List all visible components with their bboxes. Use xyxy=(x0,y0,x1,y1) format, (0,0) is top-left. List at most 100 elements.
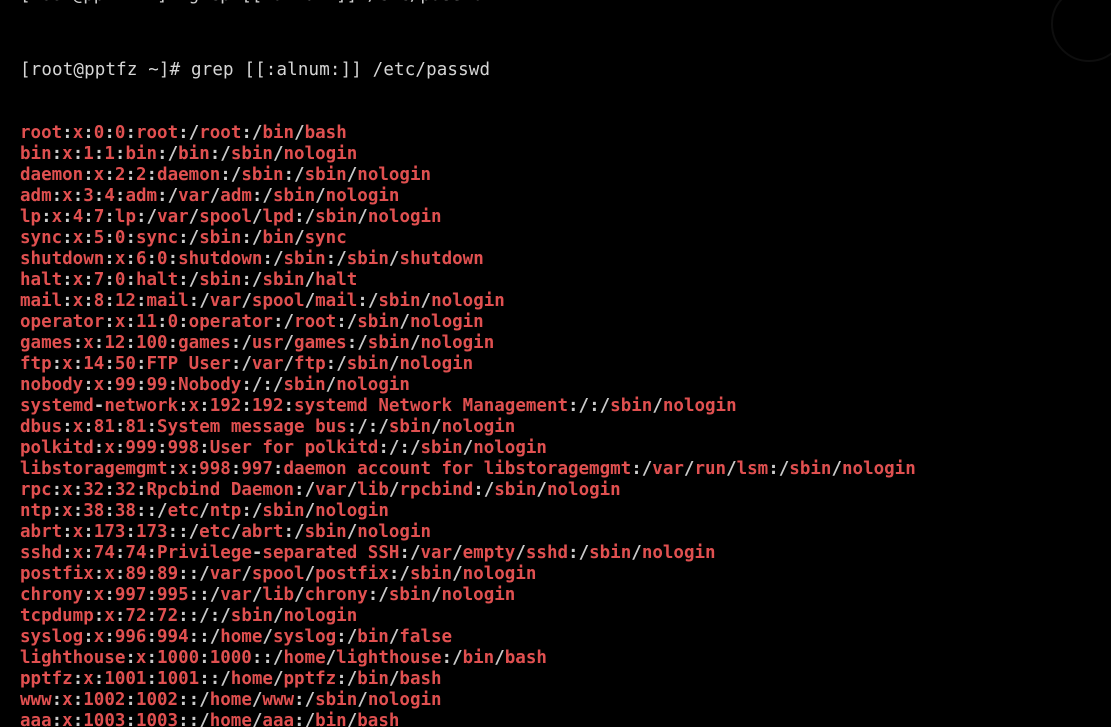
grep-match-run: polkitd xyxy=(20,438,94,458)
grep-match-run: 89 xyxy=(157,564,179,584)
field-separator-run: :/ xyxy=(241,228,263,248)
field-separator-run: - xyxy=(93,396,105,416)
terminal-window[interactable]: [root@pptfz ~]# grep [[:alnum:]] /etc/pa… xyxy=(0,0,1111,727)
grep-match-run: 38 xyxy=(114,501,136,521)
grep-match-run: lighthouse xyxy=(20,648,126,668)
grep-match-run: 81 xyxy=(93,417,115,437)
field-separator-run: : xyxy=(167,459,179,479)
field-separator-run: / xyxy=(357,207,368,227)
field-separator-run xyxy=(220,480,231,500)
grep-match-run: sbin xyxy=(199,270,242,290)
field-separator-run: : xyxy=(83,585,94,605)
grep-match-run: mail xyxy=(146,291,189,311)
grep-match-run: adm xyxy=(125,186,158,206)
grep-match-run: sbin xyxy=(409,564,453,584)
grep-match-run: Management xyxy=(462,396,569,416)
grep-match-run: sbin xyxy=(241,165,284,185)
field-separator-run: : xyxy=(72,669,84,689)
grep-match-run: nologin xyxy=(367,207,442,227)
grep-match-run: bin xyxy=(262,228,295,248)
passwd-entry-line: systemd-network:x:192:192:systemd Networ… xyxy=(20,396,1111,417)
field-separator-run: : xyxy=(135,375,147,395)
grep-match-run: x xyxy=(72,417,84,437)
grep-match-run: sync xyxy=(135,228,179,248)
grep-match-run: bin xyxy=(357,669,389,689)
field-separator-run xyxy=(178,354,189,374)
field-separator-run: : xyxy=(62,417,73,437)
grep-match-run: 1002 xyxy=(135,690,179,710)
grep-match-run: 1003 xyxy=(83,711,126,727)
field-separator-run: : xyxy=(83,270,94,290)
field-separator-run: : xyxy=(146,249,158,269)
grep-match-run: etc xyxy=(199,522,231,542)
field-separator-run: :/ xyxy=(441,648,463,668)
grep-match-run: FTP xyxy=(146,354,179,374)
grep-match-run: sbin xyxy=(378,291,421,311)
passwd-entry-line: polkitd:x:999:998:User for polkitd:/:/sb… xyxy=(20,438,1111,459)
field-separator-run: :/ xyxy=(325,354,347,374)
grep-match-run: 100 xyxy=(135,333,168,353)
grep-match-run: polkitd xyxy=(304,438,379,458)
grep-match-run: sbin xyxy=(262,270,305,290)
field-separator-run: : xyxy=(167,249,179,269)
grep-match-run: nologin xyxy=(409,312,484,332)
grep-match-run: nologin xyxy=(357,165,432,185)
grep-match-run: x xyxy=(83,333,94,353)
field-separator-run: / xyxy=(304,291,316,311)
field-separator-run: / xyxy=(272,669,284,689)
grep-match-run: x xyxy=(51,207,63,227)
grep-match-run: etc xyxy=(167,501,200,521)
grep-match-run: 1 xyxy=(83,144,94,164)
field-separator-run: :/ xyxy=(336,312,358,332)
field-separator-run: : xyxy=(51,144,63,164)
field-separator-run: : xyxy=(104,270,115,290)
grep-match-run: sbin xyxy=(315,690,358,710)
field-separator-run: / xyxy=(536,480,547,500)
grep-match-run: ntp xyxy=(209,501,242,521)
grep-match-run: sbin xyxy=(346,354,389,374)
grep-match-run: 74 xyxy=(93,543,115,563)
field-separator-run: / xyxy=(431,585,442,605)
grep-match-run: nologin xyxy=(662,396,737,416)
field-separator-run: : xyxy=(135,480,147,500)
grep-match-run: adm xyxy=(20,186,52,206)
passwd-entry-line: daemon:x:2:2:daemon:/sbin:/sbin/nologin xyxy=(20,165,1111,186)
field-separator-run: / xyxy=(294,123,305,143)
grep-match-run: usr xyxy=(251,333,284,353)
passwd-entry-line: shutdown:x:6:0:shutdown:/sbin:/sbin/shut… xyxy=(20,249,1111,270)
grep-match-run: 1002 xyxy=(83,690,126,710)
field-separator-run: : xyxy=(104,123,115,143)
field-separator-run: / xyxy=(831,459,842,479)
grep-match-run: 12 xyxy=(114,291,136,311)
grep-match-run: 1001 xyxy=(104,669,147,689)
grep-match-run: User xyxy=(209,438,252,458)
field-separator-run: / xyxy=(388,249,400,269)
field-separator-run: / xyxy=(251,711,263,727)
grep-match-run: nologin xyxy=(283,144,358,164)
field-separator-run: / xyxy=(304,270,316,290)
grep-match-run: x xyxy=(135,648,147,668)
field-separator-run: :/ xyxy=(230,333,252,353)
field-separator-run: :/ xyxy=(241,501,263,521)
field-separator-run: / xyxy=(241,291,252,311)
field-separator-run: : xyxy=(93,186,105,206)
grep-match-run: sync xyxy=(304,228,347,248)
field-separator-run: / xyxy=(388,669,400,689)
grep-match-run: 192 xyxy=(209,396,242,416)
grep-match-run: sbin xyxy=(357,312,400,332)
grep-match-run: 99 xyxy=(114,375,136,395)
field-separator-run: / xyxy=(462,438,474,458)
grep-output: root:x:0:0:root:/root:/bin/bash bin:x:1:1… xyxy=(20,123,1111,727)
grep-match-run: 999 xyxy=(125,438,158,458)
grep-match-run: rpc xyxy=(20,480,52,500)
field-separator-run: / xyxy=(409,333,421,353)
field-separator-run: :/ xyxy=(220,165,242,185)
field-separator-run: : xyxy=(51,186,63,206)
passwd-entry-line: www:x:1002:1002::/home/www:/sbin/nologin xyxy=(20,690,1111,711)
field-separator-run: : xyxy=(93,333,105,353)
field-separator-run: :/ xyxy=(294,480,316,500)
passwd-entry-line: adm:x:3:4:adm:/var/adm:/sbin/nologin xyxy=(20,186,1111,207)
grep-match-run: 2 xyxy=(114,165,126,185)
grep-match-run: bin xyxy=(178,144,210,164)
field-separator-run: :/ xyxy=(135,207,158,227)
